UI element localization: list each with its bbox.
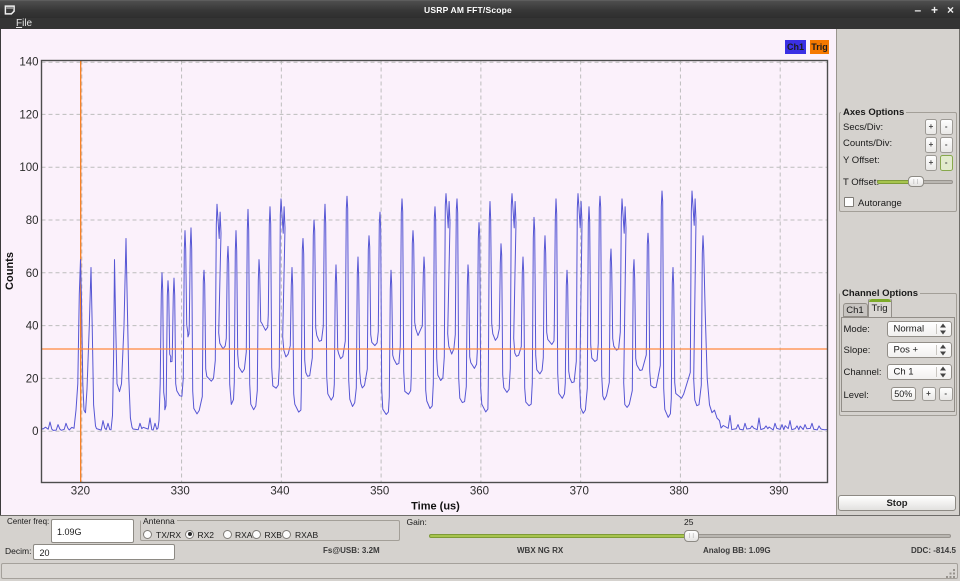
svg-text:360: 360 — [470, 486, 489, 498]
svg-text:100: 100 — [19, 162, 38, 174]
svg-text:140: 140 — [19, 57, 38, 69]
svg-text:Counts: Counts — [4, 252, 16, 290]
svg-text:340: 340 — [270, 486, 289, 498]
svg-text:20: 20 — [26, 373, 39, 385]
svg-text:60: 60 — [26, 268, 39, 280]
svg-text:380: 380 — [669, 486, 688, 498]
svg-text:390: 390 — [769, 486, 788, 498]
svg-text:40: 40 — [26, 321, 39, 333]
svg-text:350: 350 — [370, 486, 389, 498]
svg-text:Time (us): Time (us) — [411, 501, 460, 513]
svg-text:370: 370 — [570, 486, 589, 498]
svg-text:0: 0 — [32, 426, 38, 438]
svg-text:120: 120 — [19, 109, 38, 121]
svg-text:320: 320 — [71, 486, 90, 498]
svg-text:330: 330 — [171, 486, 190, 498]
svg-text:80: 80 — [26, 215, 39, 227]
